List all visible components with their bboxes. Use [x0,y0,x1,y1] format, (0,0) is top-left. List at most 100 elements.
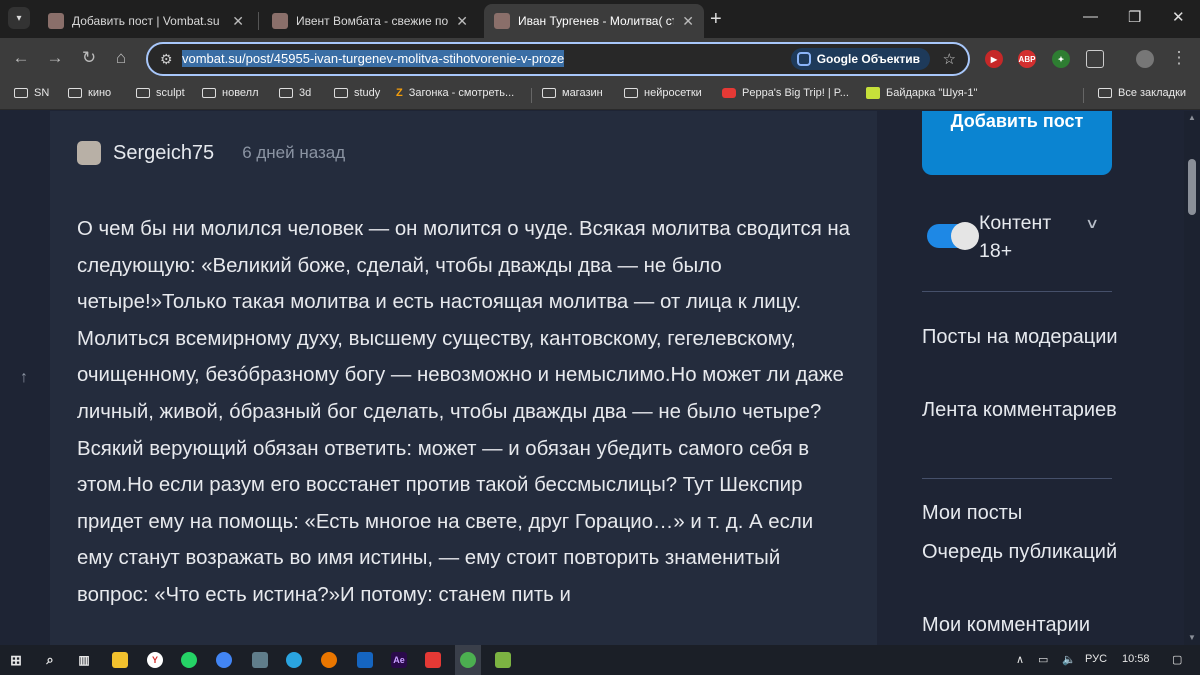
author-name[interactable]: Sergeich75 [113,142,214,165]
bookmark-study[interactable]: study [334,87,380,99]
bookmark-peppa[interactable]: Peppa's Big Trip! | P... [722,87,849,99]
blender-icon[interactable] [321,652,337,668]
close-tab-icon[interactable]: ✕ [456,13,468,30]
scroll-up-arrow-icon[interactable]: ▲ [1188,113,1196,122]
search-icon[interactable]: ⌕ [42,652,58,668]
home-icon[interactable]: ⌂ [110,48,132,68]
content-18-label: Контент 18+ [979,212,1052,262]
toggle-knob [951,222,979,250]
tray-chevron-icon[interactable]: ∧ [1016,653,1024,666]
folder-icon [202,88,216,98]
all-bookmarks[interactable]: Все закладки [1098,87,1186,99]
notifications-icon[interactable]: ▢ [1172,653,1182,666]
app-blue-icon[interactable] [357,652,373,668]
telegram-icon[interactable] [286,652,302,668]
close-tab-icon[interactable]: ✕ [232,13,244,30]
new-tab-icon[interactable]: + [710,8,722,31]
chevron-down-icon[interactable]: ∨ [1085,215,1099,232]
lens-label: Google Объектив [816,52,920,66]
wombat-favicon-icon [48,13,64,29]
bookmark-kino[interactable]: кино [68,87,111,99]
post-author-row: Sergeich75 6 дней назад [77,141,345,165]
bookmark-3d[interactable]: 3d [279,87,311,99]
tab-turgenev[interactable]: Иван Тургенев - Молитва( сти ✕ [484,4,704,38]
bookmark-novell[interactable]: новелл [202,87,259,99]
tab-add-post[interactable]: Добавить пост | Vombat.su ✕ [38,4,254,38]
lens-icon [796,52,811,66]
extension-record-icon[interactable]: ▶ [985,50,1003,68]
clock[interactable]: 10:58 [1122,653,1150,665]
sidebar: Добавить пост Контент 18+ ∨ Посты на мод… [877,111,1177,645]
network-icon[interactable]: ▭ [1038,653,1048,666]
yandex-browser-icon[interactable]: Y [147,652,163,668]
adblock-icon[interactable]: ABP [1018,50,1036,68]
folder-icon [14,88,28,98]
wombat-favicon-icon [272,13,288,29]
chrome-alt-icon[interactable] [216,652,232,668]
page-scrollbar[interactable]: ▲ ▼ [1184,111,1200,645]
google-lens-button[interactable]: Google Объектив [790,48,930,70]
notepad-icon[interactable] [495,652,511,668]
content-18-toggle[interactable] [927,222,979,250]
whatsapp-icon[interactable] [181,652,197,668]
bookmark-sculpt[interactable]: sculpt [136,87,185,99]
maximize-icon[interactable]: ❐ [1128,8,1141,26]
bookmark-sn[interactable]: SN [14,87,49,99]
close-tab-icon[interactable]: ✕ [682,13,694,30]
chrome-icon[interactable] [460,652,476,668]
profile-avatar[interactable] [1136,50,1154,68]
after-effects-icon[interactable]: Ae [391,652,407,668]
task-view-icon[interactable]: ▥ [76,652,92,668]
sidebar-link-my-comments[interactable]: Мои комментарии [922,608,1152,642]
scrollbar-thumb[interactable] [1188,159,1196,215]
tab-title: Иван Тургенев - Молитва( сти [518,14,675,28]
file-explorer-icon[interactable] [112,652,128,668]
tab-strip: ▾ Добавить пост | Vombat.su ✕ Ивент Вомб… [0,0,1200,38]
add-post-button[interactable]: Добавить пост [922,111,1112,175]
folder-icon [334,88,348,98]
sidebar-link-my-posts[interactable]: Мои посты [922,496,1152,530]
folder-icon [1098,88,1112,98]
forward-icon[interactable]: → [44,48,66,68]
calculator-icon[interactable] [252,652,268,668]
bookmark-separator [1083,88,1084,103]
volume-icon[interactable]: 🔈 [1062,653,1076,666]
scroll-to-top-icon[interactable]: ↑ [20,369,28,387]
back-icon[interactable]: ← [10,48,32,68]
tab-event[interactable]: Ивент Вомбата - свежие посты ✕ [262,4,478,38]
windows-start-icon[interactable]: ⊞ [8,652,24,668]
browser-toolbar: ← → ↻ ⌂ ⚙ vombat.su/post/45955-ivan-turg… [0,38,1200,80]
close-window-icon[interactable]: ✕ [1172,8,1185,26]
bookmark-baidarka[interactable]: Байдарка "Шуя-1" [866,87,977,99]
sidebar-link-moderation[interactable]: Посты на модерации [922,320,1152,354]
extensions-icon[interactable] [1086,50,1104,68]
figma-icon[interactable] [425,652,441,668]
input-language[interactable]: РУС [1085,653,1107,665]
author-avatar[interactable] [77,141,101,165]
bookmark-magazin[interactable]: магазин [542,87,603,99]
scroll-down-arrow-icon[interactable]: ▼ [1188,633,1196,642]
tab-title: Добавить пост | Vombat.su [72,14,220,28]
bookmarks-bar: SN кино sculpt новелл 3d study Z Загонка … [0,80,1200,110]
address-bar[interactable]: ⚙ vombat.su/post/45955-ivan-turgenev-mol… [146,42,970,76]
tab-search-button[interactable]: ▾ [8,7,30,29]
folder-icon [279,88,293,98]
wombat-favicon-icon [494,13,510,29]
tab-separator [258,12,259,30]
bookmark-neiroseti[interactable]: нейросетки [624,87,702,99]
bookmark-separator [531,88,532,103]
folder-icon [624,88,638,98]
site-info-icon[interactable]: ⚙ [160,51,173,68]
bookmark-star-icon[interactable]: ☆ [943,50,956,68]
sidebar-divider [922,291,1112,292]
sidebar-link-comments-feed[interactable]: Лента комментариев [922,393,1152,427]
windows-taskbar: ⊞ ⌕ ▥ Y Ae ∧ ▭ 🔈 РУС 10:58 ▢ [0,645,1200,675]
bookmark-zagonka[interactable]: Z Загонка - смотреть... [396,87,514,99]
menu-kebab-icon[interactable]: ⋮ [1168,48,1190,68]
url-text[interactable]: vombat.su/post/45955-ivan-turgenev-molit… [182,50,565,67]
post-body: О чем бы ни молился человек — он молится… [77,218,851,606]
extension-puzzle-colored-icon[interactable]: ✦ [1052,50,1070,68]
sidebar-link-publish-queue[interactable]: Очередь публикаций [922,535,1152,569]
minimize-icon[interactable]: — [1083,8,1098,25]
reload-icon[interactable]: ↻ [78,48,100,68]
